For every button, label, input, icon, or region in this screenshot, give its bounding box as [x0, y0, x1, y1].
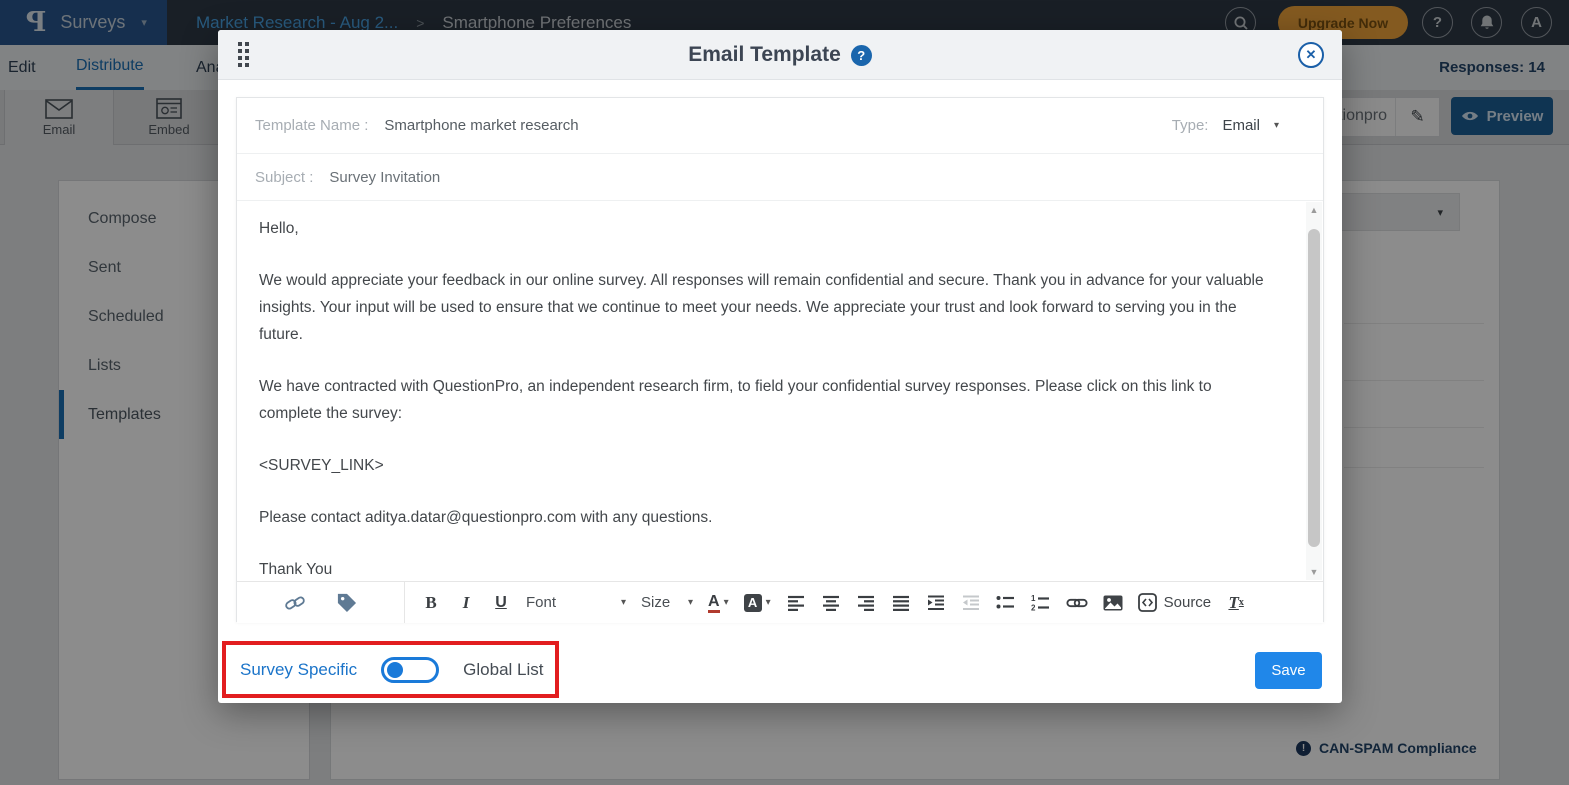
body-paragraph: We have contracted with QuestionPro, an …: [259, 373, 1277, 427]
subject-input[interactable]: Survey Invitation: [329, 169, 440, 186]
align-center-icon: [822, 595, 840, 611]
text-color-icon: A: [708, 593, 720, 613]
email-body-text[interactable]: Hello, We would appreciate your feedback…: [237, 201, 1323, 581]
body-paragraph: <SURVEY_LINK>: [259, 452, 1277, 479]
align-right-button[interactable]: [856, 588, 876, 618]
template-name-row: Template Name : Smartphone market resear…: [237, 98, 1323, 154]
template-form-card: Template Name : Smartphone market resear…: [236, 97, 1324, 622]
bulleted-list-icon: [996, 595, 1015, 610]
toolbar-format-group: B I U Font ▾ Size ▾ A ▾: [405, 582, 1323, 623]
italic-button[interactable]: I: [456, 588, 476, 618]
justify-icon: [892, 595, 910, 611]
insert-merge-tag-button[interactable]: [336, 588, 357, 618]
source-button[interactable]: Source: [1138, 588, 1212, 618]
svg-text:2: 2: [1031, 603, 1036, 611]
tag-icon: [336, 592, 357, 613]
numbered-list-icon: 12: [1031, 595, 1050, 611]
subject-label: Subject :: [255, 169, 313, 186]
subject-row: Subject : Survey Invitation: [237, 154, 1323, 201]
outdent-icon: [962, 595, 980, 611]
template-name-label: Template Name :: [255, 117, 368, 134]
scrollbar-thumb[interactable]: [1308, 229, 1320, 547]
remove-format-t: T: [1228, 593, 1238, 613]
remove-format-x: x: [1239, 597, 1244, 608]
modal-header: Email Template ? ✕: [218, 30, 1342, 80]
font-caret-icon: ▾: [621, 597, 626, 608]
font-select-value: Font: [526, 594, 556, 611]
background-color-caret-icon: ▾: [766, 597, 771, 608]
align-right-icon: [857, 595, 875, 611]
type-select[interactable]: Type: Email ▾: [1172, 117, 1305, 134]
chain-link-icon: [284, 592, 306, 614]
body-paragraph: Thank You: [259, 556, 1277, 581]
numbered-list-button[interactable]: 12: [1031, 588, 1051, 618]
background-color-icon: A: [744, 594, 762, 612]
toggle-knob: [387, 662, 403, 678]
list-scope-annotation-box: Survey Specific Global List: [222, 641, 559, 698]
insert-link-button[interactable]: [1066, 588, 1088, 618]
email-body-editor[interactable]: Hello, We would appreciate your feedback…: [237, 201, 1323, 581]
type-caret-icon: ▾: [1274, 120, 1279, 131]
font-select[interactable]: Font ▾: [526, 588, 626, 618]
save-button[interactable]: Save: [1255, 652, 1322, 689]
bulleted-list-button[interactable]: [996, 588, 1016, 618]
source-code-icon: [1138, 593, 1157, 612]
body-paragraph: Hello,: [259, 215, 1277, 242]
editor-toolbar: B I U Font ▾ Size ▾ A ▾: [237, 581, 1323, 623]
survey-specific-label[interactable]: Survey Specific: [240, 660, 357, 680]
type-label: Type:: [1172, 117, 1209, 134]
text-color-caret-icon: ▾: [724, 597, 729, 608]
scroll-up-icon[interactable]: ▲: [1306, 202, 1322, 218]
help-tooltip-icon[interactable]: ?: [851, 45, 872, 66]
toolbar-insert-group: [237, 582, 405, 623]
type-selected-value: Email: [1222, 117, 1260, 134]
global-list-label[interactable]: Global List: [463, 660, 543, 680]
bold-button[interactable]: B: [421, 588, 441, 618]
body-paragraph: We would appreciate your feedback in our…: [259, 267, 1277, 348]
underline-button[interactable]: U: [491, 588, 511, 618]
background-color-button[interactable]: A ▾: [744, 588, 771, 618]
remove-format-button[interactable]: Tx: [1226, 588, 1246, 618]
insert-image-button[interactable]: [1103, 588, 1123, 618]
editor-scrollbar[interactable]: ▲ ▼: [1306, 202, 1322, 580]
source-label: Source: [1164, 594, 1212, 611]
indent-icon: [927, 595, 945, 611]
scroll-down-icon[interactable]: ▼: [1306, 564, 1322, 580]
close-modal-button[interactable]: ✕: [1298, 42, 1324, 68]
email-template-modal: Email Template ? ✕ Template Name : Smart…: [218, 30, 1342, 703]
questionpro-app: P Surveys ▾ Market Research - Aug 2... >…: [0, 0, 1569, 785]
size-select[interactable]: Size ▾: [641, 588, 693, 618]
body-paragraph: Please contact aditya.datar@questionpro.…: [259, 504, 1277, 531]
align-left-icon: [787, 595, 805, 611]
close-icon: ✕: [1306, 47, 1317, 63]
template-name-input[interactable]: Smartphone market research: [384, 117, 578, 134]
link-icon: [1066, 596, 1088, 610]
outdent-button[interactable]: [961, 588, 981, 618]
indent-button[interactable]: [926, 588, 946, 618]
insert-survey-link-button[interactable]: [284, 588, 306, 618]
justify-button[interactable]: [891, 588, 911, 618]
align-left-button[interactable]: [786, 588, 806, 618]
modal-title: Email Template: [688, 43, 841, 67]
image-icon: [1103, 595, 1123, 611]
text-color-button[interactable]: A ▾: [708, 588, 729, 618]
list-scope-toggle[interactable]: [381, 657, 439, 683]
svg-text:1: 1: [1031, 595, 1036, 603]
size-select-value: Size: [641, 594, 670, 611]
align-center-button[interactable]: [821, 588, 841, 618]
size-caret-icon: ▾: [688, 597, 693, 608]
